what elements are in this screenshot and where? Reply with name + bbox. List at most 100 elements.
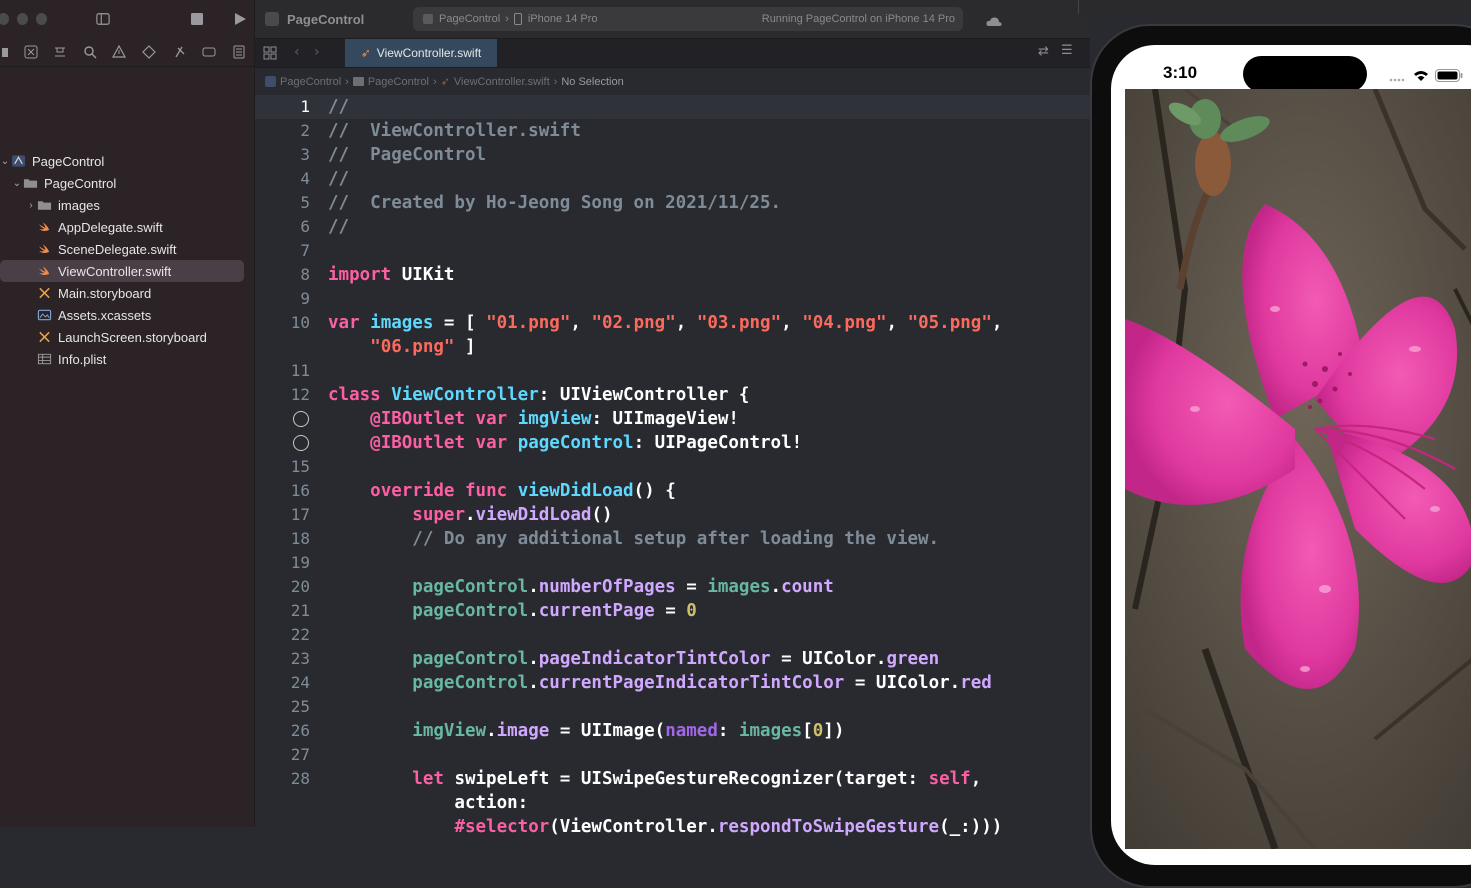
code-token: func [465, 481, 508, 501]
code-token: . [486, 721, 497, 741]
code-line[interactable]: // Do any additional setup after loading… [328, 527, 939, 551]
code-token: ]) [823, 721, 845, 741]
code-token: respondToSwipeGesture [717, 817, 940, 837]
nav-item-label: Info.plist [58, 351, 107, 367]
stop-icon[interactable] [183, 8, 211, 30]
forward-arrow-icon[interactable]: › [314, 44, 320, 60]
code-token: , [970, 769, 982, 789]
project-icon [10, 154, 26, 168]
folder-icon [36, 198, 52, 212]
report-icon[interactable] [224, 41, 254, 63]
nav-item[interactable]: Info.plist [0, 348, 244, 370]
line-number: 20 [290, 577, 310, 596]
code-line[interactable]: action: [328, 791, 528, 815]
code-line[interactable]: import UIKit [328, 263, 454, 287]
nav-item-label: SceneDelegate.swift [58, 241, 177, 257]
code-line[interactable]: override func viewDidLoad() { [328, 479, 676, 503]
code-line[interactable]: var images = [ "01.png", "02.png", "03.p… [328, 311, 1002, 335]
nav-item[interactable]: ViewController.swift [0, 260, 244, 282]
back-arrow-icon[interactable]: ‹ [294, 44, 300, 60]
tab-viewcontroller-swift[interactable]: ➶ ViewController.swift [345, 39, 497, 67]
nav-item[interactable]: Assets.xcassets [0, 304, 244, 326]
code-token: () [591, 505, 613, 525]
line-number: 5 [300, 193, 310, 212]
code-line[interactable]: // PageControl [328, 143, 486, 167]
destination-name[interactable]: iPhone 14 Pro [528, 13, 598, 25]
source-editor-area: PageControl PageControl › iPhone 14 Pro … [255, 0, 1090, 837]
code-token: super [412, 505, 465, 525]
code-token: @IBOutlet [370, 409, 465, 429]
code-line[interactable]: super.viewDidLoad() [328, 503, 613, 527]
iphone-screen[interactable]: 3:10 [1111, 45, 1471, 865]
activity-status: Running PageControl on iPhone 14 Pro [761, 13, 955, 25]
outlet-connection-icon[interactable] [293, 411, 309, 427]
code-token: , [991, 313, 1003, 333]
line-number: 4 [300, 169, 310, 188]
code-line[interactable]: // [328, 167, 349, 191]
code-line[interactable]: // Created by Ho-Jeong Song on 2021/11/2… [328, 191, 781, 215]
nav-item-label: Assets.xcassets [58, 307, 152, 323]
code-line[interactable]: #selector(ViewController.respondToSwipeG… [328, 815, 1002, 839]
jump-selection[interactable]: No Selection [561, 76, 623, 88]
code-line[interactable]: pageControl.pageIndicatorTintColor = UIC… [328, 647, 939, 671]
jump-file[interactable]: ViewController.swift [454, 76, 550, 88]
code-line[interactable]: @IBOutlet var pageControl: UIPageControl… [328, 431, 802, 455]
jump-project[interactable]: PageControl [280, 76, 341, 88]
jump-group[interactable]: PageControl [368, 76, 429, 88]
test-icon[interactable] [134, 41, 164, 63]
debug-icon[interactable] [164, 41, 194, 63]
nav-item[interactable]: SceneDelegate.swift [0, 238, 244, 260]
code-line[interactable]: pageControl.numberOfPages = images.count [328, 575, 833, 599]
code-line[interactable]: "06.png" ] [328, 335, 475, 359]
swift-file-icon: ➶ [440, 76, 450, 88]
nav-item[interactable]: ⌄ PageControl [0, 150, 244, 172]
code-line[interactable]: @IBOutlet var imgView: UIImageView! [328, 407, 739, 431]
breakpoint-icon[interactable] [194, 41, 224, 63]
code-line[interactable]: imgView.image = UIImage(named: images[0]… [328, 719, 844, 743]
nav-item[interactable]: › images [0, 194, 244, 216]
issue-icon[interactable] [104, 41, 134, 63]
code-line[interactable]: pageControl.currentPage = 0 [328, 599, 697, 623]
code-line[interactable]: let swipeLeft = UISwipeGestureRecognizer… [328, 767, 981, 791]
search-icon[interactable] [76, 41, 104, 63]
symbol-icon[interactable] [44, 41, 76, 63]
grid-icon[interactable] [255, 42, 285, 64]
editor-options-icon[interactable]: ☰ [1061, 43, 1073, 58]
code-line[interactable]: class ViewController: UIViewController { [328, 383, 749, 407]
nav-item[interactable]: ⌄ PageControl [0, 172, 244, 194]
code-token: : UIPageControl! [633, 433, 803, 453]
disclosure-chevron-icon[interactable]: ⌄ [0, 156, 10, 167]
close-window-button[interactable] [0, 13, 10, 25]
minimize-window-button[interactable] [17, 13, 29, 25]
nav-item[interactable]: Main.storyboard [0, 282, 244, 304]
project-navigator: ⌄ PageControl ⌄ PageControl › images AppDelega… [0, 0, 255, 827]
source-control-icon[interactable] [18, 41, 44, 63]
outlet-connection-icon[interactable] [293, 435, 309, 451]
code-token: : [717, 721, 739, 741]
sidebar-toggle-icon[interactable] [89, 8, 117, 30]
nav-item[interactable]: AppDelegate.swift [0, 216, 244, 238]
folder-icon[interactable] [0, 41, 18, 63]
code-token: #selector [454, 817, 550, 837]
disclosure-chevron-icon[interactable]: › [26, 200, 36, 211]
scheme-name[interactable]: PageControl [439, 13, 500, 25]
code-line[interactable]: // ViewController.swift [328, 119, 581, 143]
code-token: red [960, 673, 992, 693]
code-line[interactable]: // [328, 215, 349, 239]
run-icon[interactable] [226, 8, 254, 30]
code-token: . [528, 649, 539, 669]
disclosure-chevron-icon[interactable]: ⌄ [12, 178, 22, 189]
scheme-selector[interactable]: PageControl › iPhone 14 Pro Running Page… [413, 7, 963, 31]
code-token: () { [633, 481, 676, 501]
code-line[interactable]: pageControl.currentPageIndicatorTintColo… [328, 671, 992, 695]
nav-item-label: images [58, 197, 100, 213]
nav-item[interactable]: LaunchScreen.storyboard [0, 326, 244, 348]
cloud-icon[interactable] [986, 12, 1002, 31]
chevron-right-icon: › [505, 13, 509, 25]
code-line[interactable]: // [328, 95, 349, 119]
swift-file-icon: ➶ [360, 46, 371, 60]
zoom-window-button[interactable] [36, 13, 48, 25]
swap-icon[interactable]: ⇄ [1038, 44, 1049, 59]
